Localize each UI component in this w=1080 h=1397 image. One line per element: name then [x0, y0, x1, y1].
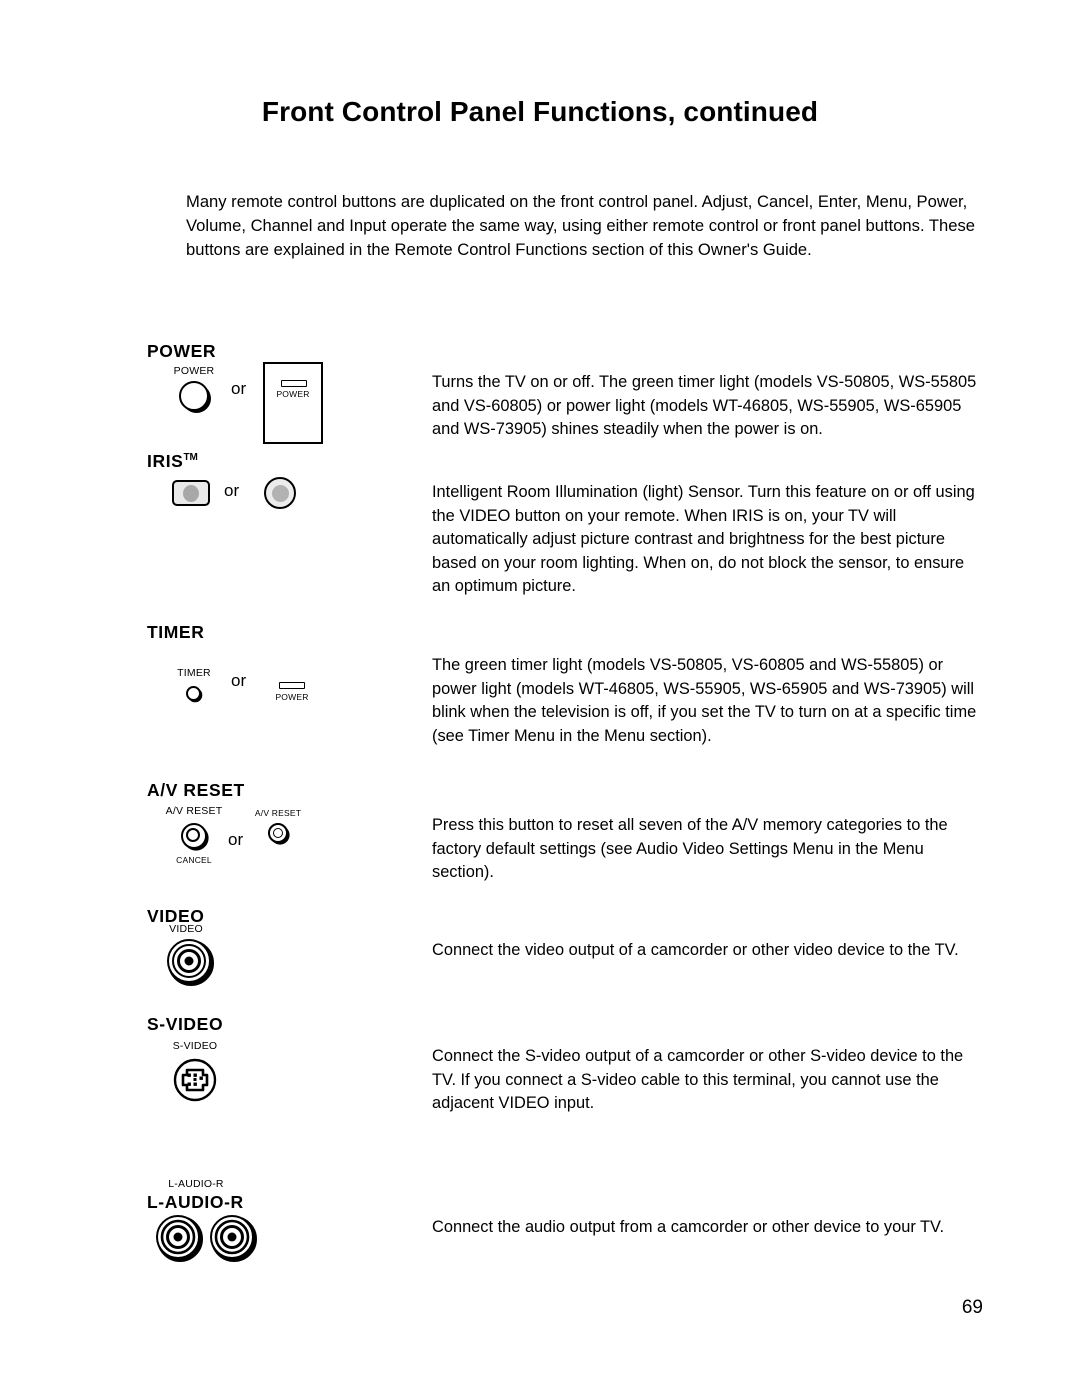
- av-reset-panel-button-icon: [268, 823, 288, 843]
- section-heading-power: POWER: [147, 341, 216, 362]
- av-reset-cancel-button-icon: [181, 823, 207, 849]
- av-reset-button-caption: A/V RESET: [165, 805, 223, 817]
- section-heading-iris: IRISTM: [147, 451, 198, 472]
- audio-left-rca-jack-icon: [155, 1214, 203, 1262]
- description-s-video: Connect the S-video output of a camcorde…: [432, 1047, 964, 1112]
- section-heading-s-video: S-VIDEO: [147, 1014, 223, 1035]
- page-title: Front Control Panel Functions, continued: [261, 96, 819, 127]
- power-panel-box-label: POWER: [276, 389, 310, 399]
- timer-led-icon: [186, 686, 201, 701]
- av-reset-panel-caption: A/V RESET: [254, 808, 302, 818]
- power-round-button-icon: [179, 381, 209, 411]
- power-indicator-bar-icon: [281, 380, 307, 387]
- power-button-caption: POWER: [173, 365, 215, 377]
- timer-power-caption: POWER: [275, 692, 309, 702]
- description-video: Connect the video output of a camcorder …: [432, 941, 959, 959]
- iris-rect-sensor-icon: [172, 480, 210, 506]
- or-label-power: or: [231, 379, 247, 398]
- or-label-timer: or: [231, 671, 247, 690]
- s-video-jack-caption: S-VIDEO: [172, 1040, 218, 1052]
- l-audio-r-jack-caption: L-AUDIO-R: [168, 1178, 224, 1190]
- section-heading-s-video-label: S-VIDEO: [147, 1014, 224, 1034]
- section-heading-power-label: POWER: [147, 341, 217, 361]
- or-label-av-reset: or: [228, 830, 244, 849]
- description-power: Turns the TV on or off. The green timer …: [432, 373, 977, 438]
- document-page: Front Control Panel Functions, continued…: [0, 0, 1080, 1397]
- section-heading-timer-label: TIMER: [147, 622, 205, 642]
- or-label-iris: or: [224, 481, 240, 500]
- timer-led-caption: TIMER: [177, 667, 211, 679]
- trademark-mark: TM: [183, 452, 198, 464]
- s-video-jack-icon: [172, 1057, 218, 1103]
- video-rca-jack-icon: [166, 938, 214, 986]
- description-av-reset: Press this button to reset all seven of …: [432, 816, 948, 881]
- section-heading-iris-label: IRIS: [147, 451, 184, 471]
- description-timer: The green timer light (models VS-50805, …: [432, 656, 977, 745]
- section-heading-av-reset-label: A/V RESET: [147, 780, 245, 800]
- description-l-audio-r: Connect the audio output from a camcorde…: [432, 1218, 945, 1236]
- video-jack-caption: VIDEO: [169, 923, 203, 935]
- audio-right-rca-jack-icon: [209, 1214, 257, 1262]
- page-number: 69: [961, 1297, 983, 1318]
- section-heading-timer: TIMER: [147, 622, 204, 643]
- power-panel-box-icon: POWER: [263, 362, 323, 444]
- intro-paragraph: Many remote control buttons are duplicat…: [186, 192, 975, 259]
- section-heading-l-audio-r-label: L-AUDIO-R: [147, 1192, 244, 1212]
- section-heading-l-audio-r: L-AUDIO-R: [147, 1192, 244, 1213]
- cancel-caption: CANCEL: [176, 855, 212, 865]
- description-iris: Intelligent Room Illumination (light) Se…: [432, 483, 975, 595]
- iris-round-sensor-icon: [264, 477, 296, 509]
- section-heading-av-reset: A/V RESET: [147, 780, 245, 801]
- timer-power-bar-icon: [279, 682, 305, 689]
